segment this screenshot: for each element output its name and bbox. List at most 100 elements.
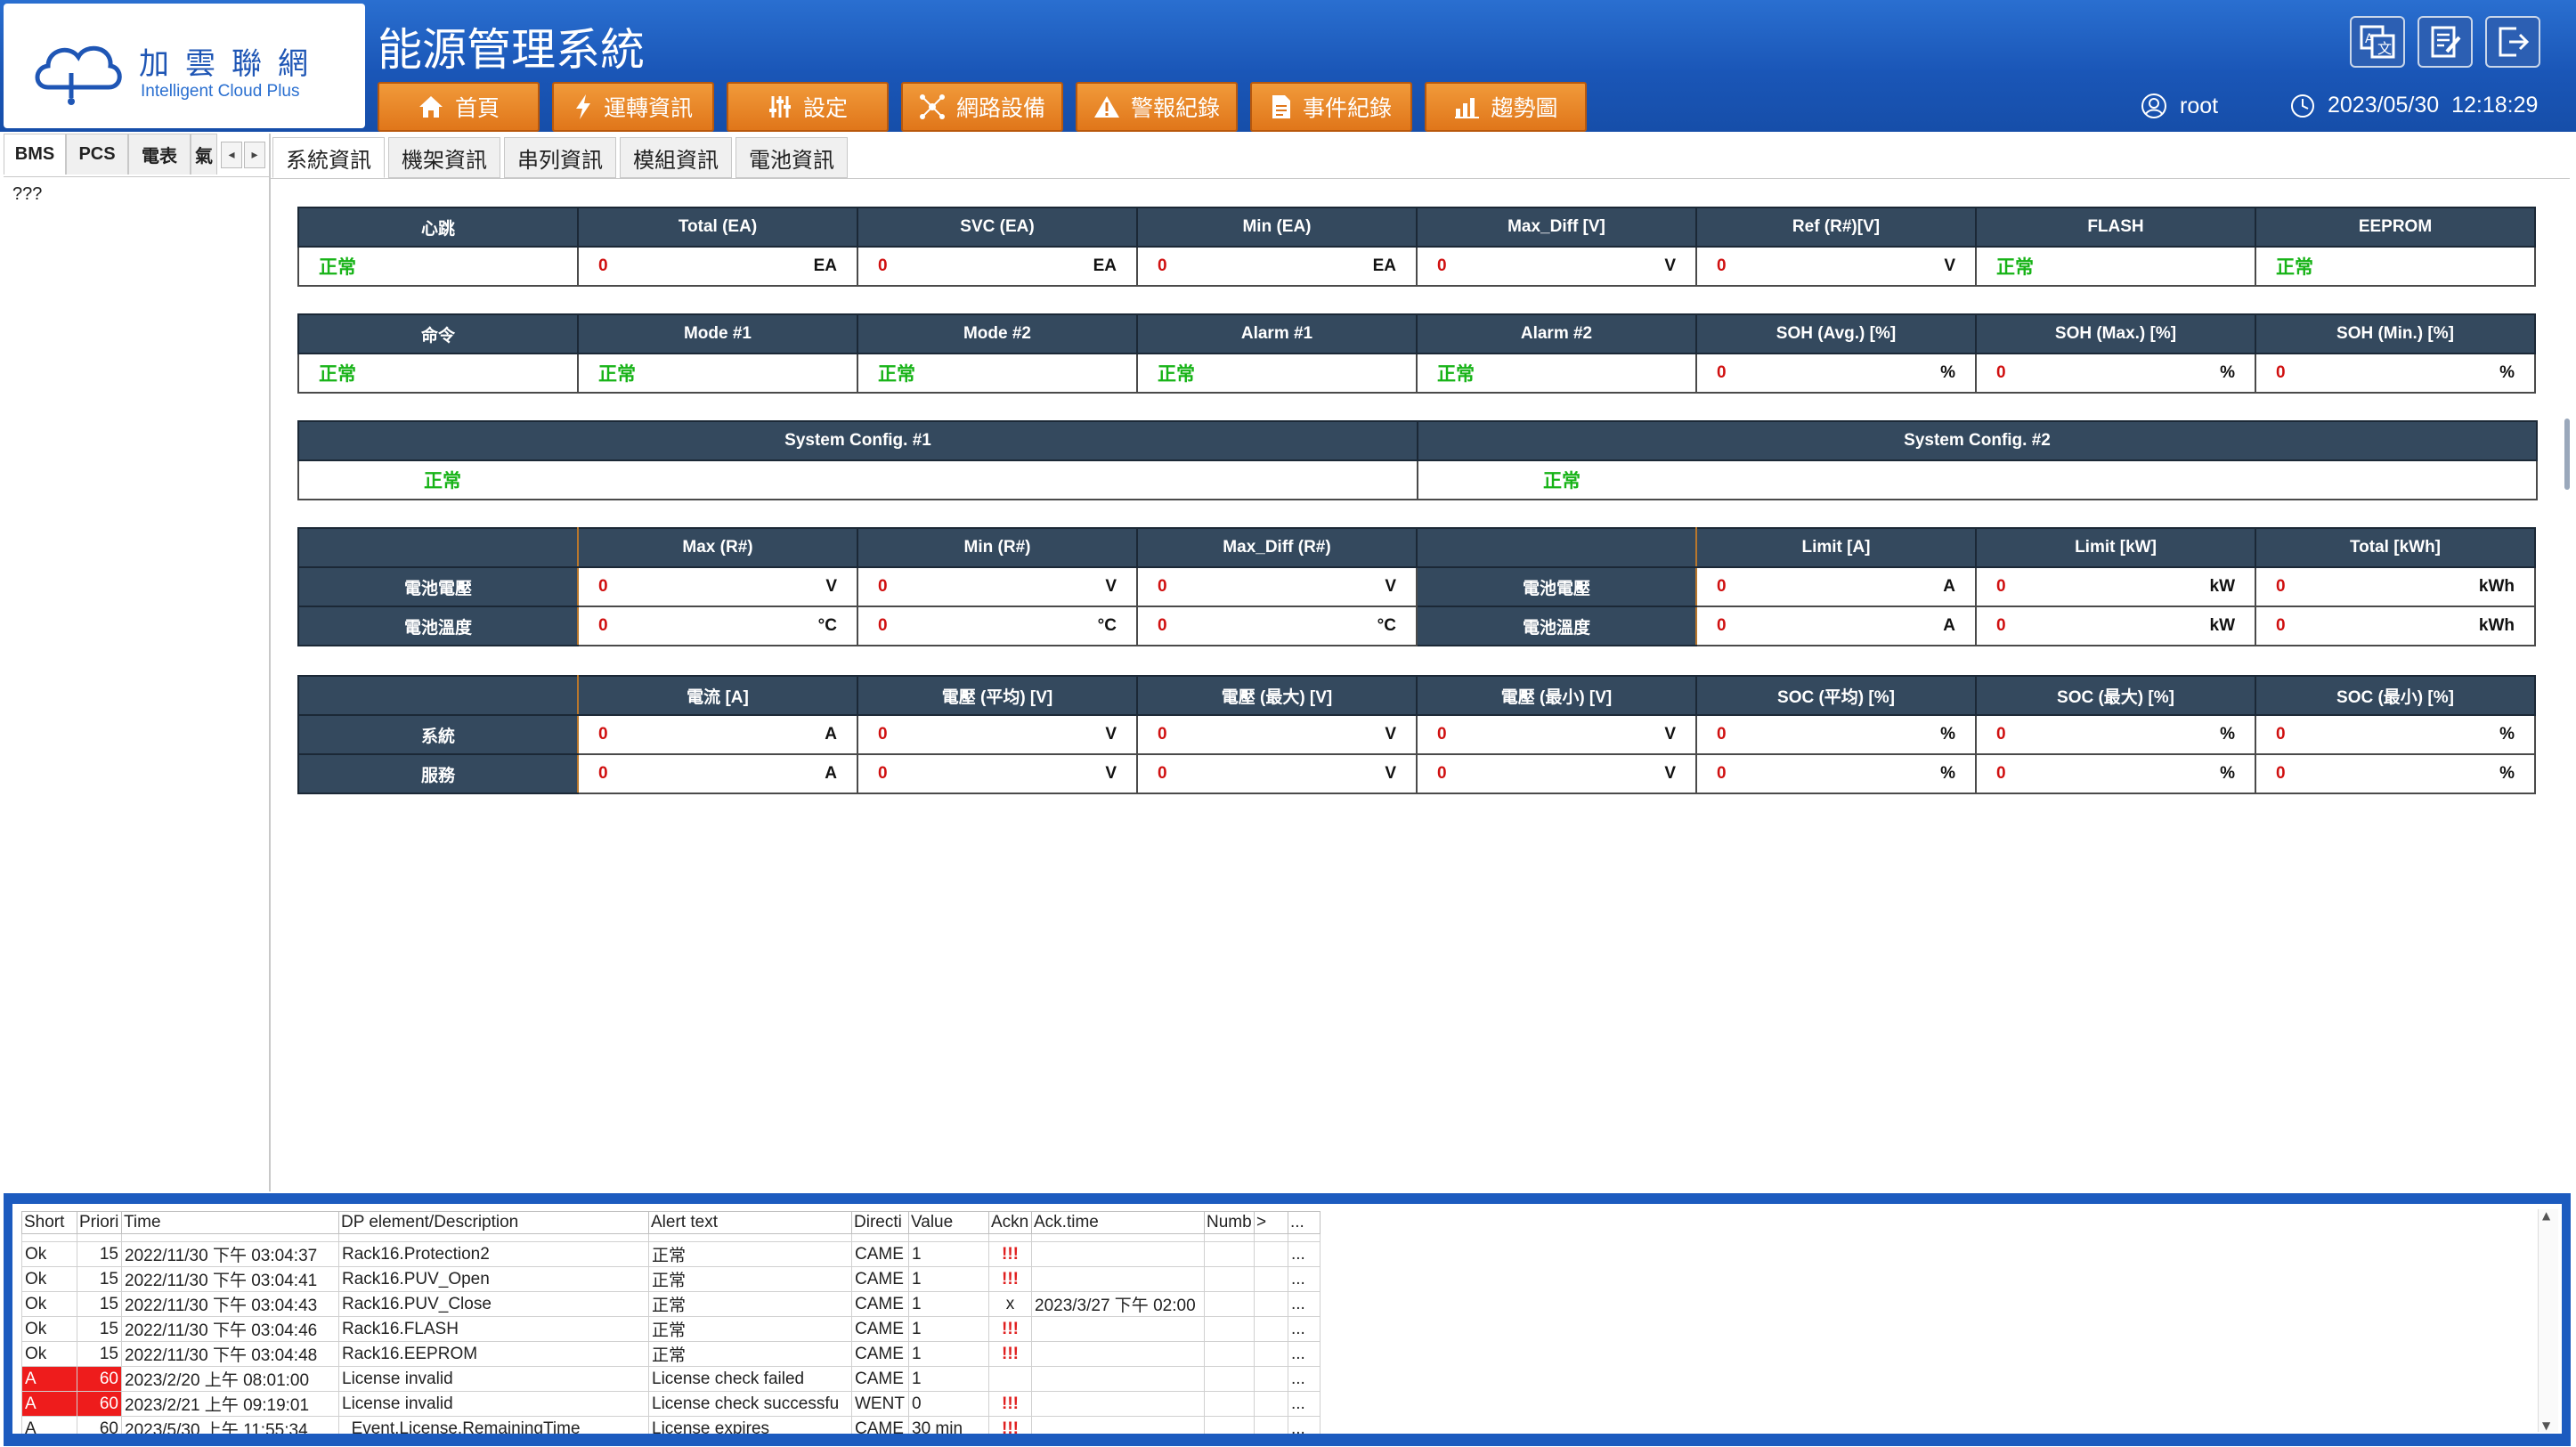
alarm-row[interactable]: Ok 15 2022/11/30 下午 03:04:46 Rack16.FLASH 正常…	[21, 1316, 1321, 1342]
alarm-row[interactable]: Ok 15 2022/11/30 下午 03:04:48 Rack16.EEPROM 正…	[21, 1341, 1321, 1367]
temp-max-unit: °C	[817, 616, 837, 635]
tab-string-info[interactable]: 串列資訊	[504, 137, 616, 178]
col-max-diff: Max_Diff [V]	[1416, 207, 1697, 248]
nav-alarm-button[interactable]: 警報紀錄	[1076, 82, 1238, 132]
row-system: 系統	[297, 714, 579, 755]
service-soc-min-value: 0	[2276, 764, 2286, 783]
system-voltage-avg-value: 0	[878, 725, 888, 744]
col-mode-1: Mode #1	[577, 313, 858, 354]
col-time[interactable]: Time	[121, 1211, 339, 1234]
col-command: 命令	[297, 313, 579, 354]
app-title: 能源管理系統	[378, 24, 645, 76]
voltage-total-kwh-unit: kWh	[2478, 577, 2515, 596]
alarm-scrollbar[interactable]: ▲ ▼	[2538, 1209, 2558, 1432]
nav-operation-button[interactable]: 運轉資訊	[552, 82, 714, 132]
col-number[interactable]: Numb	[1204, 1211, 1255, 1234]
logo: 加雲聯網 Intelligent Cloud Plus	[4, 4, 365, 128]
nav-settings-label: 設定	[802, 95, 848, 121]
user-icon	[2141, 93, 2166, 118]
scroll-up-icon[interactable]: ▲	[2542, 1209, 2550, 1222]
temp-max-value: 0	[598, 616, 608, 635]
tab-scroll-right-icon[interactable]: ▸	[244, 142, 265, 168]
alarm-row[interactable]: A 60 2023/2/21 上午 09:19:01 License invalid L…	[21, 1391, 1321, 1417]
tab-pcs[interactable]: PCS	[66, 134, 128, 175]
nav-settings-button[interactable]: 設定	[727, 82, 889, 132]
tab-battery-info[interactable]: 電池資訊	[735, 137, 848, 178]
col-extra[interactable]: ...	[1288, 1211, 1321, 1234]
col-ack-time[interactable]: Ack.time	[1031, 1211, 1205, 1234]
scroll-down-icon[interactable]: ▼	[2542, 1419, 2550, 1432]
alarm-row[interactable]: Ok 15 2022/11/30 下午 03:04:37 Rack16.Protect…	[21, 1241, 1321, 1267]
col-ack[interactable]: Ackn	[988, 1211, 1032, 1234]
col-value[interactable]: Value	[908, 1211, 989, 1234]
logout-button[interactable]	[2485, 16, 2540, 68]
nav-home-button[interactable]: 首頁	[378, 82, 540, 132]
col-more[interactable]: >	[1254, 1211, 1288, 1234]
tab-scroll: ◂ ▸	[221, 134, 265, 176]
voltage-diff-value: 0	[1158, 577, 1167, 596]
temp-diff-value: 0	[1158, 616, 1167, 635]
col-alarm-1: Alarm #1	[1136, 313, 1418, 354]
network-icon	[919, 94, 945, 119]
voltage-min-value: 0	[878, 577, 888, 596]
bar-chart-icon	[1455, 98, 1480, 118]
service-current-value: 0	[598, 764, 608, 783]
alarm-row[interactable]: A 60 2023/2/20 上午 08:01:00 License invalid L…	[21, 1366, 1321, 1392]
min-unit: EA	[1372, 256, 1396, 275]
home-icon	[418, 96, 443, 118]
col-system-config-2: System Config. #2	[1417, 420, 2538, 461]
logout-icon	[2499, 27, 2530, 57]
svg-text:A: A	[2365, 32, 2374, 46]
service-voltage-min-value: 0	[1437, 764, 1447, 783]
page-scrollbar[interactable]	[2564, 419, 2570, 490]
ref-value: 0	[1717, 256, 1727, 275]
cloud-logo-icon	[35, 45, 122, 105]
lightning-icon	[575, 94, 590, 119]
translate-button[interactable]: 文A	[2350, 16, 2405, 68]
tab-more[interactable]: 氣	[191, 134, 217, 175]
nav-home-label: 首頁	[454, 95, 500, 121]
service-voltage-avg-unit: V	[1105, 764, 1117, 783]
voltage-diff-unit: V	[1385, 577, 1396, 596]
temp-limit-a-unit: A	[1943, 616, 1955, 635]
soh-max-value: 0	[1996, 363, 2006, 382]
row-battery-voltage: 電池電壓	[297, 566, 579, 607]
col-direction[interactable]: Directi	[851, 1211, 909, 1234]
col-alarm-2: Alarm #2	[1416, 313, 1697, 354]
col-min: Min (EA)	[1136, 207, 1418, 248]
col-heartbeat: 心跳	[297, 207, 579, 248]
col-soc-max: SOC (最大) [%]	[1975, 675, 2256, 716]
col-total-kwh: Total [kWh]	[2255, 527, 2536, 568]
service-voltage-max-unit: V	[1385, 764, 1396, 783]
nav-operation-label: 運轉資訊	[603, 95, 693, 121]
tab-rack-info[interactable]: 機架資訊	[388, 137, 500, 178]
tab-scroll-left-icon[interactable]: ◂	[221, 142, 242, 168]
col-voltage-max: 電壓 (最大) [V]	[1136, 675, 1418, 716]
tab-meter[interactable]: 電表	[128, 134, 191, 175]
temp-min-unit: °C	[1097, 616, 1117, 635]
col-mode-2: Mode #2	[857, 313, 1138, 354]
temp-limit-a-value: 0	[1717, 616, 1727, 635]
username: root	[2180, 93, 2219, 118]
alarm-row[interactable]: Ok 15 2022/11/30 下午 03:04:41 Rack16.PUV_Ope…	[21, 1266, 1321, 1292]
nav-trend-button[interactable]: 趨勢圖	[1425, 82, 1587, 132]
voltage-total-kwh-value: 0	[2276, 577, 2286, 596]
col-priority[interactable]: Priori	[77, 1211, 122, 1234]
total-unit: EA	[813, 256, 837, 275]
main-nav: 首頁 運轉資訊 設定 網路設備 警報紀錄 事件紀錄 趨勢圖	[378, 82, 1587, 132]
sliders-icon	[768, 96, 791, 118]
system-voltage-max-value: 0	[1158, 725, 1167, 744]
edit-notes-button[interactable]	[2418, 16, 2473, 68]
nav-network-button[interactable]: 網路設備	[901, 82, 1063, 132]
system-voltage-avg-unit: V	[1105, 725, 1117, 744]
col-alert-text[interactable]: Alert text	[648, 1211, 852, 1234]
alarm-row[interactable]: A 60 2023/5/30 上午 11:55:34 _Event.License.R…	[21, 1416, 1321, 1434]
col-description[interactable]: DP element/Description	[338, 1211, 649, 1234]
col-short[interactable]: Short	[21, 1211, 77, 1234]
nav-event-button[interactable]: 事件紀錄	[1250, 82, 1412, 132]
tab-system-info[interactable]: 系統資訊	[272, 137, 385, 178]
tab-module-info[interactable]: 模組資訊	[620, 137, 732, 178]
tab-bms[interactable]: BMS	[4, 134, 66, 175]
alarm-row[interactable]: Ok 15 2022/11/30 下午 03:04:43 Rack16.PUV_Clo…	[21, 1291, 1321, 1317]
col-voltage-min: 電壓 (最小) [V]	[1416, 675, 1697, 716]
